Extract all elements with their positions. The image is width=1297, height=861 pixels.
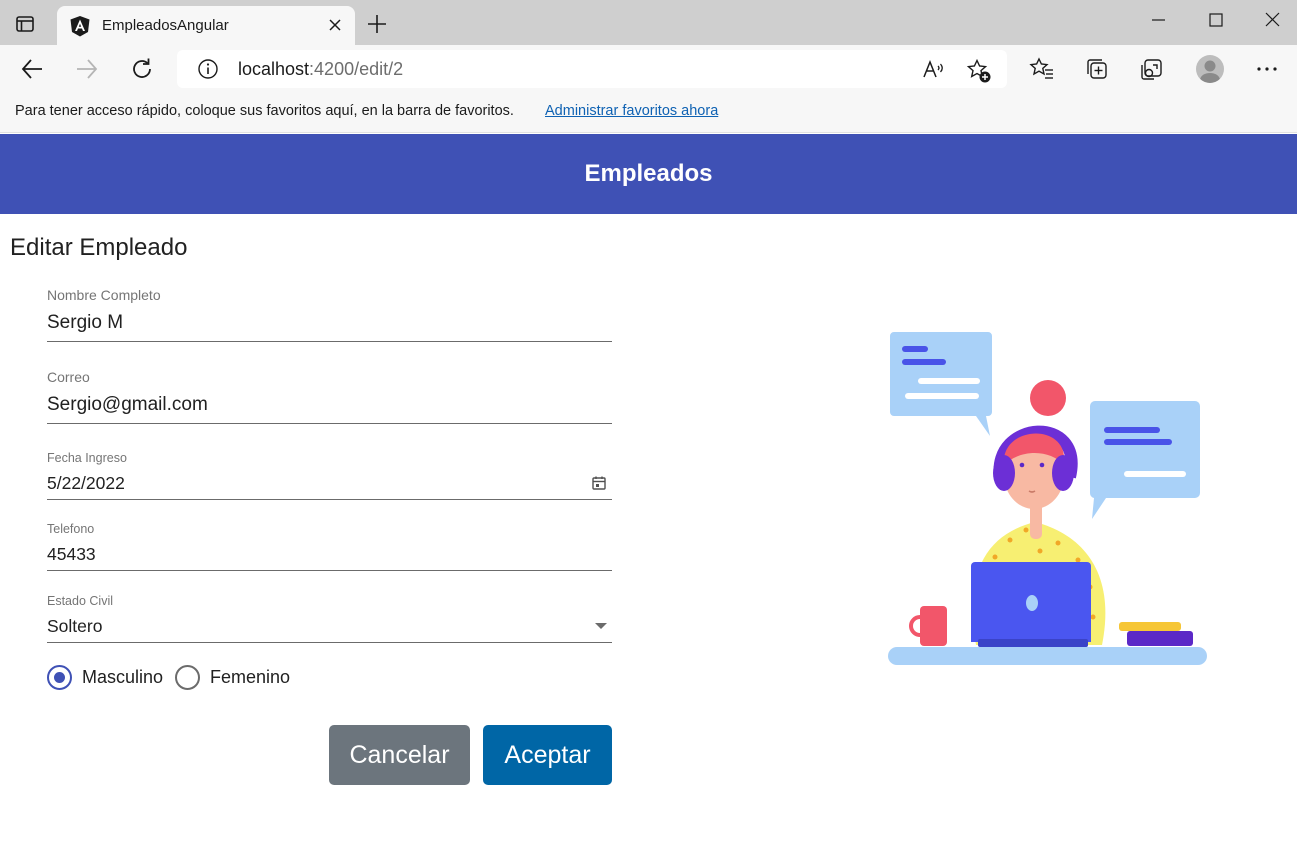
- email-field[interactable]: Correo Sergio@gmail.com: [47, 368, 612, 426]
- marital-status-label: Estado Civil: [47, 594, 113, 608]
- date-input[interactable]: 5/22/2022: [47, 473, 125, 494]
- back-arrow-icon[interactable]: [19, 56, 45, 82]
- radio-selected-dot: [54, 672, 65, 683]
- angular-logo-icon: [70, 16, 90, 37]
- app-title: Empleados: [584, 160, 713, 187]
- name-field-label: Nombre Completo: [47, 287, 161, 303]
- phone-field-label: Telefono: [47, 522, 95, 536]
- name-field[interactable]: Nombre Completo Sergio M: [47, 286, 612, 344]
- phone-input[interactable]: 45433: [47, 544, 96, 565]
- dropdown-arrow-icon[interactable]: [595, 623, 607, 629]
- profile-avatar-icon: [1200, 60, 1220, 83]
- address-bar[interactable]: localhost:4200/edit/2: [177, 50, 1007, 88]
- marital-status-select[interactable]: Estado Civil Soltero: [47, 593, 612, 645]
- add-favorite-icon[interactable]: [966, 58, 992, 84]
- phone-field-underline: [47, 570, 612, 571]
- manage-favorites-link[interactable]: Administrar favoritos ahora: [545, 103, 718, 119]
- browser-toolbar: localhost:4200/edit/2: [0, 45, 1297, 93]
- favorites-icon[interactable]: [1029, 56, 1055, 82]
- email-input[interactable]: Sergio@gmail.com: [47, 394, 208, 416]
- browser-tab-strip: EmpleadosAngular: [0, 0, 1297, 46]
- calendar-icon[interactable]: [591, 475, 607, 491]
- tab-actions-icon[interactable]: [14, 13, 36, 35]
- cancel-button[interactable]: Cancelar: [329, 725, 470, 785]
- email-field-underline: [47, 423, 612, 424]
- date-field-underline: [47, 499, 612, 500]
- browser-tab-active[interactable]: EmpleadosAngular: [57, 6, 355, 46]
- maximize-icon[interactable]: [1201, 8, 1231, 32]
- info-icon[interactable]: [197, 58, 219, 80]
- marital-status-underline: [47, 642, 612, 643]
- profile-avatar[interactable]: [1196, 55, 1224, 83]
- window-close-icon[interactable]: [1258, 8, 1288, 32]
- close-icon[interactable]: [327, 17, 343, 33]
- gender-male-label[interactable]: Masculino: [82, 667, 163, 688]
- gender-female-label[interactable]: Femenino: [210, 667, 290, 688]
- marital-status-value[interactable]: Soltero: [47, 616, 102, 637]
- name-field-underline: [47, 341, 612, 342]
- browser-essentials-icon[interactable]: [1139, 56, 1165, 82]
- collections-icon[interactable]: [1084, 56, 1110, 82]
- plus-icon[interactable]: [366, 13, 388, 35]
- phone-field[interactable]: Telefono 45433: [47, 521, 612, 573]
- gender-male-radio[interactable]: [47, 665, 72, 690]
- refresh-icon[interactable]: [129, 56, 155, 82]
- name-input[interactable]: Sergio M: [47, 312, 123, 334]
- page-title: Editar Empleado: [10, 234, 188, 261]
- favorites-bar-message: Para tener acceso rápido, coloque sus fa…: [15, 103, 514, 119]
- forward-arrow-icon: [77, 59, 98, 79]
- app-header: Empleados: [0, 134, 1297, 214]
- more-icon[interactable]: [1254, 56, 1280, 82]
- email-field-label: Correo: [47, 369, 90, 385]
- favorites-bar: Para tener acceso rápido, coloque sus fa…: [0, 93, 1297, 133]
- gender-female-radio[interactable]: [175, 665, 200, 690]
- date-field[interactable]: Fecha Ingreso 5/22/2022: [47, 450, 612, 502]
- tab-title: EmpleadosAngular: [102, 17, 229, 34]
- employee-illustration: [888, 332, 1207, 665]
- minimize-icon[interactable]: [1144, 8, 1174, 32]
- url-text[interactable]: localhost:4200/edit/2: [238, 59, 403, 80]
- read-aloud-icon[interactable]: [921, 58, 945, 82]
- accept-button[interactable]: Aceptar: [483, 725, 612, 785]
- date-field-label: Fecha Ingreso: [47, 451, 127, 465]
